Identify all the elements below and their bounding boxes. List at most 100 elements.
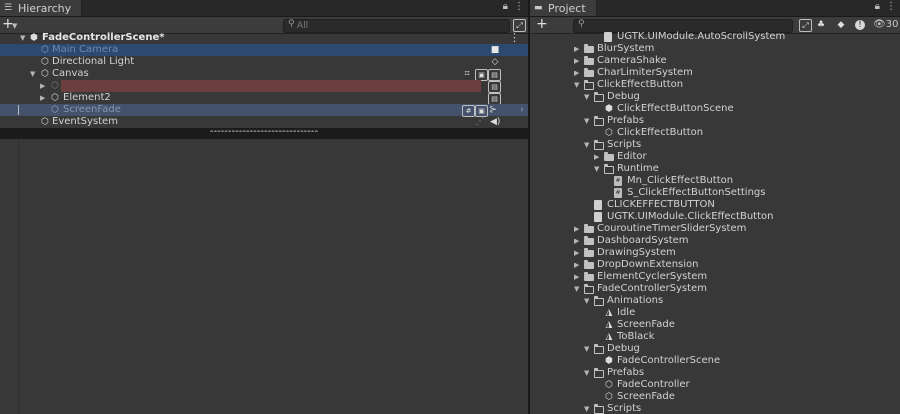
project-item[interactable]: ⬢ ClickEffectButtonScene xyxy=(530,103,900,115)
doc-icon xyxy=(604,32,612,42)
lock-icon[interactable]: 🔒︎ xyxy=(503,1,508,12)
project-item[interactable]: ▶ CameraShake xyxy=(530,55,900,67)
expand-arrow-icon[interactable]: ▼ xyxy=(20,32,25,44)
project-tab-bar: ▬ Project 🔒︎ ⋮ xyxy=(530,0,900,17)
collapse-arrow-icon[interactable]: ▶ xyxy=(574,259,579,271)
project-item[interactable]: ▼ FadeControllerSystem xyxy=(530,283,900,295)
expand-arrow-icon[interactable]: ▼ xyxy=(30,68,35,80)
hierarchy-item-directional-light[interactable]: ⬡ Directional Light ◇ xyxy=(0,56,528,68)
project-item-label: Mn_ClickEffectButton xyxy=(627,175,734,186)
project-item[interactable]: ▶ BlurSystem xyxy=(530,43,900,55)
collapse-arrow-icon[interactable]: ▶ xyxy=(574,43,579,55)
project-item[interactable]: ▼ ClickEffectButton xyxy=(530,79,900,91)
animator-icon: ⊱ xyxy=(489,105,497,115)
project-item-label: Scripts xyxy=(607,403,642,414)
info-icon[interactable]: ! xyxy=(855,20,865,30)
project-item[interactable]: ▶ CouroutineTimerSliderSystem xyxy=(530,223,900,235)
hierarchy-item-canvas[interactable]: ▼ ⬡ Canvas ⌗ ▣ ▤ xyxy=(0,68,528,81)
project-item[interactable]: ▼ Scripts xyxy=(530,139,900,151)
indent-guide xyxy=(18,139,19,414)
project-item[interactable]: ▼ Debug xyxy=(530,91,900,103)
expand-arrow-icon[interactable]: ▼ xyxy=(584,139,589,151)
project-panel: ▬ Project 🔒︎ ⋮ + ⚲ ⤢ ♣ ◆ ! 👁︎30 UGTK.UIM… xyxy=(530,0,900,414)
project-item[interactable]: ▼ Debug xyxy=(530,343,900,355)
project-item[interactable]: ▶ DashboardSystem xyxy=(530,235,900,247)
folder-open-icon xyxy=(594,344,604,354)
project-item[interactable]: ▼ Runtime xyxy=(530,163,900,175)
project-item[interactable]: ▼ Scripts xyxy=(530,403,900,414)
expand-arrow-icon[interactable]: ▼ xyxy=(584,367,589,379)
folder-icon xyxy=(584,224,594,233)
project-item-label: CLICKEFFECTBUTTON xyxy=(607,199,715,210)
label-icon[interactable]: ◆ xyxy=(836,20,846,30)
scene-menu-icon[interactable]: ⋮ xyxy=(509,32,520,44)
hierarchy-item-element2[interactable]: ▶ ⬡ Element2 ▤ xyxy=(0,92,528,105)
project-tab[interactable]: ▬ Project xyxy=(530,0,597,16)
collapse-arrow-icon[interactable]: ▶ xyxy=(594,151,599,163)
gameobject-icon: ⬡ xyxy=(41,69,49,79)
project-item[interactable]: ⬢ FadeControllerScene xyxy=(530,355,900,367)
project-item[interactable]: # S_ClickEffectButtonSettings xyxy=(530,187,900,199)
expand-arrow-icon[interactable]: ▼ xyxy=(584,343,589,355)
project-item[interactable]: ▼ Prefabs xyxy=(530,115,900,127)
scene-name: FadeControllerScene* xyxy=(42,32,165,43)
create-plus-icon[interactable]: + xyxy=(536,17,548,32)
project-item-label: Animations xyxy=(607,295,664,306)
project-item-label: CharLimiterSystem xyxy=(597,67,693,78)
project-item[interactable]: ▶ Editor xyxy=(530,151,900,163)
project-item[interactable]: ◮ ScreenFade xyxy=(530,319,900,331)
collapse-arrow-icon[interactable]: ▶ xyxy=(40,92,45,104)
expand-arrow-icon[interactable]: ▼ xyxy=(574,283,579,295)
project-item[interactable]: ◮ Idle xyxy=(530,307,900,319)
expand-arrow-icon[interactable]: ▼ xyxy=(584,115,589,127)
lock-icon[interactable]: 🔒︎ xyxy=(875,1,880,12)
collapse-arrow-icon[interactable]: ▶ xyxy=(574,235,579,247)
expand-arrow-icon[interactable]: ▼ xyxy=(584,403,589,414)
hidden-count[interactable]: 👁︎30 xyxy=(873,19,898,30)
project-item[interactable]: ▶ DrawingSystem xyxy=(530,247,900,259)
project-item[interactable]: ▶ ElementCyclerSystem xyxy=(530,271,900,283)
scene-header-row[interactable]: ▼ ⬢ FadeControllerScene* ⋮ xyxy=(0,32,528,44)
prefab-icon: ⬡ xyxy=(605,392,613,402)
chevron-down-icon[interactable]: ▼ xyxy=(12,22,17,30)
project-item[interactable]: ⬡ FadeController xyxy=(530,379,900,391)
hierarchy-item-main-camera[interactable]: ⬡ Main Camera ■ xyxy=(0,44,528,56)
project-item[interactable]: CLICKEFFECTBUTTON xyxy=(530,199,900,211)
collapse-arrow-icon[interactable]: ▶ xyxy=(574,223,579,235)
collapse-arrow-icon[interactable]: ▶ xyxy=(574,67,579,79)
drop-target-strip[interactable]: ------------------------------ xyxy=(0,126,528,139)
project-item[interactable]: ▼ Animations xyxy=(530,295,900,307)
expand-arrow-icon[interactable]: ▼ xyxy=(584,91,589,103)
folder-icon xyxy=(584,236,594,245)
project-item[interactable]: ▶ CharLimiterSystem xyxy=(530,67,900,79)
project-item[interactable]: UGTK.UIModule.ClickEffectButton xyxy=(530,211,900,223)
project-tab-label: Project xyxy=(548,1,586,15)
collapse-arrow-icon[interactable]: ▶ xyxy=(574,55,579,67)
filter-by-type-icon[interactable]: ♣ xyxy=(816,20,826,30)
expand-arrow-icon[interactable]: ▼ xyxy=(584,295,589,307)
more-menu-icon[interactable]: ⋮ xyxy=(886,1,896,12)
collapse-arrow-icon[interactable]: ▶ xyxy=(574,271,579,283)
hierarchy-search-input[interactable]: ⚲ All xyxy=(283,19,510,33)
chevron-right-icon[interactable]: › xyxy=(517,105,527,115)
hierarchy-tab[interactable]: ☰ Hierarchy xyxy=(0,0,83,16)
project-item[interactable]: ▶ DropDownExtension xyxy=(530,259,900,271)
project-item-label: ToBlack xyxy=(617,331,655,342)
list-icon: ☰ xyxy=(4,3,13,13)
project-item[interactable]: ▼ Prefabs xyxy=(530,367,900,379)
collapse-arrow-icon[interactable]: ▶ xyxy=(40,80,45,92)
more-menu-icon[interactable]: ⋮ xyxy=(514,1,524,12)
collapse-arrow-icon[interactable]: ▶ xyxy=(574,247,579,259)
expand-arrow-icon[interactable]: ▼ xyxy=(594,163,599,175)
hierarchy-item-missing[interactable]: ▶ ⬡ ▤ xyxy=(0,80,528,93)
folder-open-icon xyxy=(594,404,604,414)
folder-open-icon xyxy=(594,296,604,306)
project-item[interactable]: # Mn_ClickEffectButton xyxy=(530,175,900,187)
project-item[interactable]: ⬡ ScreenFade xyxy=(530,391,900,403)
folder-open-icon xyxy=(594,140,604,150)
project-item[interactable]: ⬡ ClickEffectButton xyxy=(530,127,900,139)
project-item[interactable]: UGTK.UIModule.AutoScrollSystem xyxy=(530,31,900,43)
project-item[interactable]: ◮ ToBlack xyxy=(530,331,900,343)
expand-arrow-icon[interactable]: ▼ xyxy=(574,79,579,91)
hierarchy-item-screenfade[interactable]: ⬡ ScreenFade # ▣ ⊱ › xyxy=(0,104,528,117)
